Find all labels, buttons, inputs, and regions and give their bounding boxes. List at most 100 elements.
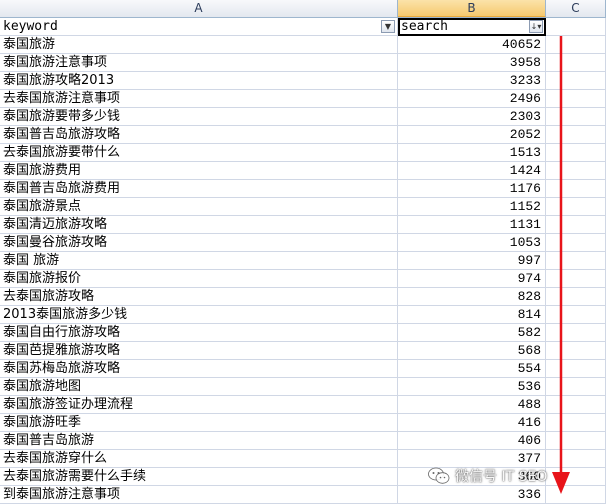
search-count-cell[interactable]: 40652 bbox=[398, 36, 546, 53]
column-header-bar: A B C bbox=[0, 0, 606, 18]
table-row: 泰国 旅游 997 bbox=[0, 252, 606, 270]
keyword-cell[interactable]: 泰国旅游旺季 bbox=[0, 414, 398, 431]
keyword-cell[interactable]: 2013泰国旅游多少钱 bbox=[0, 306, 398, 323]
empty-cell[interactable] bbox=[546, 288, 606, 305]
table-row: 到泰国旅游注意事项 336 bbox=[0, 486, 606, 504]
table-row: 2013泰国旅游多少钱 814 bbox=[0, 306, 606, 324]
keyword-cell[interactable]: 泰国旅游报价 bbox=[0, 270, 398, 287]
empty-cell[interactable] bbox=[546, 72, 606, 89]
empty-cell[interactable] bbox=[546, 90, 606, 107]
empty-cell[interactable] bbox=[546, 54, 606, 71]
keyword-cell[interactable]: 泰国普吉岛旅游攻略 bbox=[0, 126, 398, 143]
search-count-cell[interactable]: 536 bbox=[398, 378, 546, 395]
keyword-cell[interactable]: 泰国苏梅岛旅游攻略 bbox=[0, 360, 398, 377]
search-count-cell[interactable]: 1176 bbox=[398, 180, 546, 197]
search-count-cell[interactable]: 997 bbox=[398, 252, 546, 269]
search-count-cell[interactable]: 377 bbox=[398, 450, 546, 467]
keyword-cell[interactable]: 泰国 旅游 bbox=[0, 252, 398, 269]
column-header-b[interactable]: B bbox=[398, 0, 546, 17]
keyword-cell[interactable]: 泰国旅游地图 bbox=[0, 378, 398, 395]
empty-cell[interactable] bbox=[546, 270, 606, 287]
empty-cell[interactable] bbox=[546, 108, 606, 125]
column-header-a[interactable]: A bbox=[0, 0, 398, 17]
search-count-cell[interactable]: 1424 bbox=[398, 162, 546, 179]
keyword-cell[interactable]: 泰国芭提雅旅游攻略 bbox=[0, 342, 398, 359]
keyword-cell[interactable]: 泰国旅游 bbox=[0, 36, 398, 53]
search-count-cell[interactable]: 582 bbox=[398, 324, 546, 341]
search-count-cell[interactable]: 2052 bbox=[398, 126, 546, 143]
search-count-cell[interactable]: 1053 bbox=[398, 234, 546, 251]
keyword-cell[interactable]: 泰国旅游费用 bbox=[0, 162, 398, 179]
table-row: 泰国旅游景点 1152 bbox=[0, 198, 606, 216]
search-count-cell[interactable]: 336 bbox=[398, 486, 546, 503]
empty-cell[interactable] bbox=[546, 144, 606, 161]
header-cell-search[interactable]: search bbox=[398, 18, 546, 35]
search-count-cell[interactable]: 974 bbox=[398, 270, 546, 287]
table-row: 泰国旅游注意事项 3958 bbox=[0, 54, 606, 72]
keyword-cell[interactable]: 去泰国旅游需要什么手续 bbox=[0, 468, 398, 485]
keyword-cell[interactable]: 泰国普吉岛旅游 bbox=[0, 432, 398, 449]
empty-cell[interactable] bbox=[546, 306, 606, 323]
keyword-cell[interactable]: 泰国旅游签证办理流程 bbox=[0, 396, 398, 413]
empty-cell[interactable] bbox=[546, 396, 606, 413]
header-row: keyword ▼ search ↓▾ bbox=[0, 18, 606, 36]
empty-cell[interactable] bbox=[546, 234, 606, 251]
table-row: 泰国旅游旺季 416 bbox=[0, 414, 606, 432]
empty-cell[interactable] bbox=[546, 468, 606, 485]
empty-cell[interactable] bbox=[546, 450, 606, 467]
table-row: 泰国旅游签证办理流程 488 bbox=[0, 396, 606, 414]
search-count-cell[interactable]: 2496 bbox=[398, 90, 546, 107]
empty-cell[interactable] bbox=[546, 342, 606, 359]
keyword-cell[interactable]: 泰国自由行旅游攻略 bbox=[0, 324, 398, 341]
keyword-cell[interactable]: 泰国普吉岛旅游费用 bbox=[0, 180, 398, 197]
empty-cell[interactable] bbox=[546, 162, 606, 179]
table-row: 泰国普吉岛旅游 406 bbox=[0, 432, 606, 450]
search-count-cell[interactable]: 1152 bbox=[398, 198, 546, 215]
sort-descending-icon[interactable]: ↓▾ bbox=[529, 20, 543, 33]
empty-cell[interactable] bbox=[546, 180, 606, 197]
empty-cell[interactable] bbox=[546, 216, 606, 233]
search-count-cell[interactable]: 406 bbox=[398, 432, 546, 449]
empty-cell[interactable] bbox=[546, 324, 606, 341]
keyword-cell[interactable]: 泰国曼谷旅游攻略 bbox=[0, 234, 398, 251]
search-count-cell[interactable]: 554 bbox=[398, 360, 546, 377]
search-count-cell[interactable]: 3233 bbox=[398, 72, 546, 89]
table-row: 泰国曼谷旅游攻略 1053 bbox=[0, 234, 606, 252]
column-header-c[interactable]: C bbox=[546, 0, 606, 17]
dropdown-arrow-icon[interactable]: ▼ bbox=[381, 20, 395, 33]
search-count-cell[interactable]: 1513 bbox=[398, 144, 546, 161]
empty-cell[interactable] bbox=[546, 126, 606, 143]
empty-cell[interactable] bbox=[546, 198, 606, 215]
empty-cell[interactable] bbox=[546, 378, 606, 395]
empty-cell[interactable] bbox=[546, 252, 606, 269]
search-count-cell[interactable]: 488 bbox=[398, 396, 546, 413]
empty-cell[interactable] bbox=[546, 414, 606, 431]
search-count-cell[interactable]: 1131 bbox=[398, 216, 546, 233]
keyword-cell[interactable]: 泰国清迈旅游攻略 bbox=[0, 216, 398, 233]
empty-cell[interactable] bbox=[546, 486, 606, 503]
keyword-cell[interactable]: 泰国旅游攻略2013 bbox=[0, 72, 398, 89]
table-row: 泰国普吉岛旅游攻略 2052 bbox=[0, 126, 606, 144]
search-count-cell[interactable]: 2303 bbox=[398, 108, 546, 125]
empty-cell[interactable] bbox=[546, 432, 606, 449]
search-count-cell[interactable]: 3958 bbox=[398, 54, 546, 71]
header-cell-keyword[interactable]: keyword bbox=[0, 18, 398, 35]
header-cell-c[interactable] bbox=[546, 18, 606, 35]
keyword-cell[interactable]: 去泰国旅游注意事项 bbox=[0, 90, 398, 107]
empty-cell[interactable] bbox=[546, 360, 606, 377]
keyword-cell[interactable]: 到泰国旅游注意事项 bbox=[0, 486, 398, 503]
empty-cell[interactable] bbox=[546, 36, 606, 53]
search-count-cell[interactable]: 360 bbox=[398, 468, 546, 485]
search-count-cell[interactable]: 568 bbox=[398, 342, 546, 359]
table-row: 去泰国旅游攻略 828 bbox=[0, 288, 606, 306]
search-count-cell[interactable]: 416 bbox=[398, 414, 546, 431]
keyword-cell[interactable]: 泰国旅游景点 bbox=[0, 198, 398, 215]
keyword-cell[interactable]: 去泰国旅游攻略 bbox=[0, 288, 398, 305]
search-count-cell[interactable]: 828 bbox=[398, 288, 546, 305]
keyword-cell[interactable]: 泰国旅游要带多少钱 bbox=[0, 108, 398, 125]
search-count-cell[interactable]: 814 bbox=[398, 306, 546, 323]
keyword-cell[interactable]: 去泰国旅游穿什么 bbox=[0, 450, 398, 467]
keyword-cell[interactable]: 去泰国旅游要带什么 bbox=[0, 144, 398, 161]
table-row: 泰国旅游要带多少钱 2303 bbox=[0, 108, 606, 126]
keyword-cell[interactable]: 泰国旅游注意事项 bbox=[0, 54, 398, 71]
